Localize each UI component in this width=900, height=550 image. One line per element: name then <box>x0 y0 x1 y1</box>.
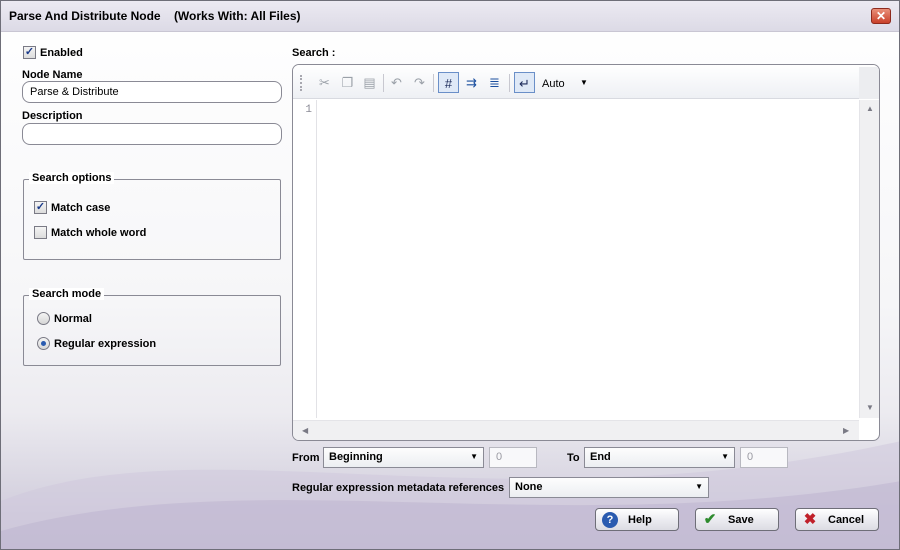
chevron-down-icon[interactable]: ▼ <box>580 78 588 87</box>
paste-icon[interactable]: ▤ <box>359 72 380 93</box>
from-dropdown-value: Beginning <box>329 451 383 463</box>
help-icon: ? <box>602 512 618 528</box>
title-bar: Parse And Distribute Node (Works With: A… <box>1 1 899 32</box>
search-mode-legend: Search mode <box>29 288 105 300</box>
show-whitespace-icon[interactable]: ⇉ <box>461 72 482 93</box>
window-title: Parse And Distribute Node (Works With: A… <box>9 9 301 23</box>
enabled-checkbox[interactable]: ✓ <box>23 46 36 59</box>
window-title-text: Parse And Distribute Node <box>9 9 161 23</box>
regular-expression-label: Regular expression <box>54 338 157 350</box>
cancel-x-icon: ✖ <box>803 511 817 528</box>
regular-expression-radio[interactable] <box>37 337 50 350</box>
checkmark-icon: ✔ <box>703 511 717 528</box>
chevron-down-icon: ▼ <box>470 452 478 461</box>
search-options-group: Search options <box>23 172 281 260</box>
help-button-label: Help <box>628 514 652 526</box>
description-field[interactable] <box>22 123 282 145</box>
normal-radio[interactable] <box>37 312 50 325</box>
word-wrap-icon[interactable]: ≣ <box>484 72 505 93</box>
help-button[interactable]: ? Help <box>595 508 679 531</box>
close-button[interactable]: ✕ <box>871 8 891 24</box>
editor-toolbar: ✂ ❐ ▤ ↶ ↷ # ⇉ ≣ ↵ Auto ▼ <box>293 65 879 99</box>
save-button-label: Save <box>728 514 754 526</box>
to-dropdown-value: End <box>590 451 611 463</box>
encoding-dropdown[interactable]: Auto <box>542 78 565 90</box>
line-number: 1 <box>305 104 312 116</box>
description-label: Description <box>22 110 83 122</box>
metadata-references-value: None <box>515 481 543 493</box>
redo-icon[interactable]: ↷ <box>409 72 430 93</box>
chevron-down-icon: ▼ <box>695 482 703 491</box>
chevron-down-icon: ▼ <box>721 452 729 461</box>
search-editor[interactable]: ✂ ❐ ▤ ↶ ↷ # ⇉ ≣ ↵ Auto ▼ 1 ▲ ▼ ◀ ▶ <box>292 64 880 441</box>
copy-icon[interactable]: ❐ <box>337 72 358 93</box>
from-dropdown[interactable]: Beginning ▼ <box>323 447 484 468</box>
scroll-right-icon[interactable]: ▶ <box>843 426 849 435</box>
to-dropdown[interactable]: End ▼ <box>584 447 735 468</box>
toolbar-separator <box>383 74 384 92</box>
toolbar-grip[interactable] <box>300 75 302 91</box>
toolbar-separator <box>433 74 434 92</box>
toolbar-separator <box>509 74 510 92</box>
to-number-field[interactable]: 0 <box>740 447 788 468</box>
toolbar-overflow[interactable] <box>859 67 879 99</box>
cancel-button[interactable]: ✖ Cancel <box>795 508 879 531</box>
search-mode-group: Search mode <box>23 288 281 366</box>
enabled-label: Enabled <box>40 47 83 59</box>
match-whole-word-checkbox[interactable] <box>34 226 47 239</box>
horizontal-scrollbar[interactable]: ◀ ▶ <box>293 420 859 440</box>
window-subtitle: (Works With: All Files) <box>173 9 301 23</box>
scroll-up-icon[interactable]: ▲ <box>866 104 874 113</box>
match-case-checkbox[interactable]: ✓ <box>34 201 47 214</box>
cancel-button-label: Cancel <box>828 514 865 526</box>
to-label: To <box>567 452 580 464</box>
from-number-field[interactable]: 0 <box>489 447 537 468</box>
search-options-legend: Search options <box>29 172 115 184</box>
match-case-label: Match case <box>51 202 111 214</box>
metadata-references-label: Regular expression metadata references <box>292 482 505 494</box>
line-numbers-icon[interactable]: # <box>438 72 459 93</box>
line-number-gutter: 1 <box>293 100 317 418</box>
normal-label: Normal <box>54 313 92 325</box>
match-whole-word-label: Match whole word <box>51 227 147 239</box>
undo-icon[interactable]: ↶ <box>386 72 407 93</box>
node-name-label: Node Name <box>22 69 83 81</box>
dialog-window: Parse And Distribute Node (Works With: A… <box>0 0 900 550</box>
vertical-scrollbar[interactable]: ▲ ▼ <box>859 100 879 418</box>
cut-icon[interactable]: ✂ <box>314 72 335 93</box>
metadata-references-dropdown[interactable]: None ▼ <box>509 477 709 498</box>
newline-icon[interactable]: ↵ <box>514 72 535 93</box>
close-icon: ✕ <box>875 9 887 23</box>
scroll-down-icon[interactable]: ▼ <box>866 403 874 412</box>
save-button[interactable]: ✔ Save <box>695 508 779 531</box>
search-label: Search : <box>292 47 336 59</box>
radio-selected-dot <box>41 341 46 346</box>
node-name-field[interactable]: Parse & Distribute <box>22 81 282 103</box>
scroll-left-icon[interactable]: ◀ <box>302 426 308 435</box>
from-label: From <box>292 452 320 464</box>
